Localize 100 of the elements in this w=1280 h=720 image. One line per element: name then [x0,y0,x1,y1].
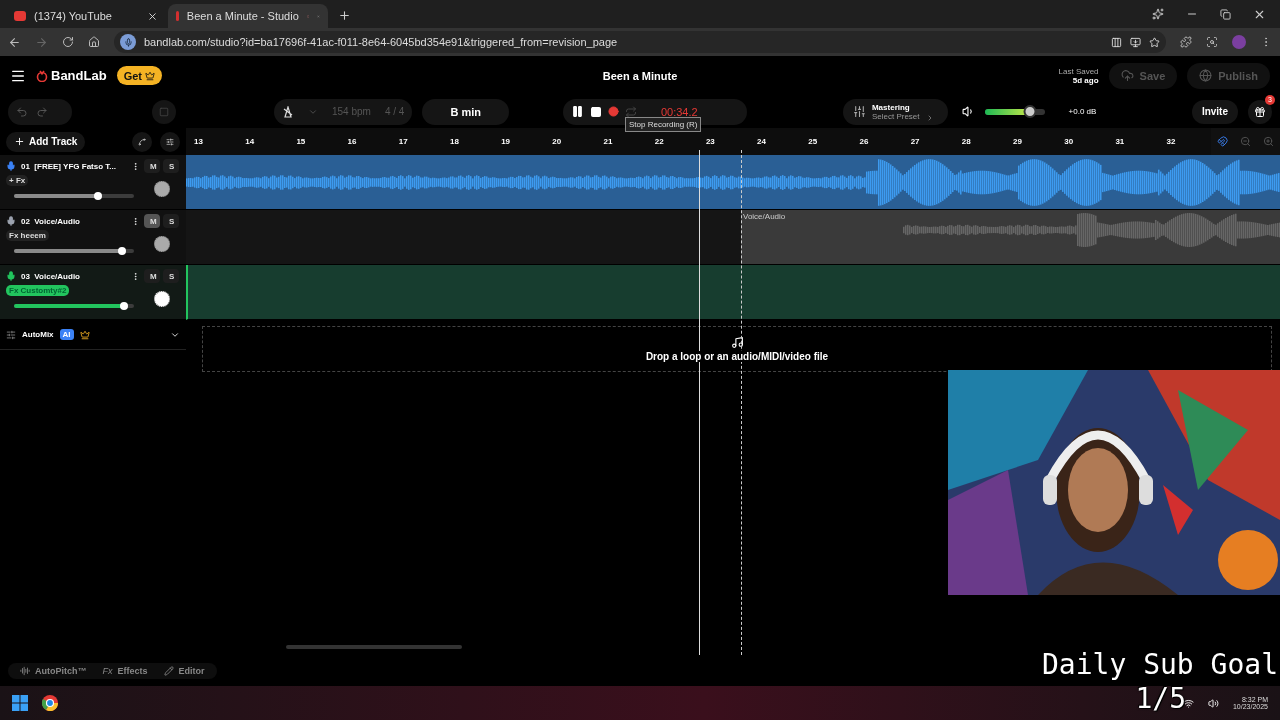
windows-start-icon[interactable] [12,695,28,711]
more-icon[interactable] [131,216,140,226]
track-header[interactable]: 02 Voice/Audio M S Fx heeem [0,210,186,265]
bar-number: 26 [859,137,870,146]
track-name[interactable]: 03 Voice/Audio [21,271,126,281]
sliders-icon [166,136,174,147]
music-note-icon [730,336,744,349]
bar-number: 24 [757,137,767,146]
audio-clip[interactable]: Voice/Audio [741,210,1280,264]
last-saved-label: Last Saved [1058,66,1099,76]
track-header[interactable]: 03 Voice/Audio M S Fx Customty#2 [0,265,186,320]
install-icon[interactable] [1130,36,1141,48]
volume-thumb[interactable] [1023,104,1037,118]
sliders-icon [6,329,16,340]
track-name[interactable]: 02 Voice/Audio [21,216,126,226]
bar-number: 29 [1013,137,1023,146]
speaker-icon[interactable] [1207,697,1219,709]
new-tab-icon[interactable] [338,9,351,22]
microphone-icon [120,34,136,50]
crown-icon [144,70,155,81]
effects-tag[interactable]: + Fx [6,174,29,186]
stream-overlay-text: Daily Sub Goal [1042,648,1278,682]
square-icon [159,106,169,117]
bar-number: 25 [808,137,819,146]
home-icon[interactable] [88,36,100,48]
speaker-icon[interactable] [961,105,975,118]
bar-number: 28 [961,137,972,146]
curve-icon [138,136,146,147]
stop-button[interactable] [589,105,602,118]
magnet-icon[interactable] [1217,136,1228,147]
bar-number: 16 [347,137,358,146]
effects-tag[interactable]: Fx heeem [6,229,49,241]
bar-number: 17 [398,137,409,146]
pan-knob[interactable] [154,291,170,307]
gift-icon [1254,105,1266,118]
volume-thumb[interactable] [120,302,129,310]
record-button[interactable] [607,106,619,117]
scrollbar[interactable] [286,645,462,649]
ai-badge: AI [59,329,74,340]
metronome-icon[interactable] [282,105,294,118]
master-volume-slider[interactable] [984,108,1045,115]
logo[interactable]: BandLab [36,68,107,83]
sparkle-icon[interactable] [1152,8,1164,20]
solo-button[interactable]: S [163,159,179,173]
waveform-icon [20,665,30,676]
star-icon[interactable] [1149,36,1160,48]
columns-icon[interactable] [1111,36,1122,48]
add-track-button[interactable]: Add Track [6,131,86,152]
more-icon[interactable] [131,271,140,281]
last-saved-time: 5d ago [1072,75,1099,85]
mastering-button[interactable]: Mastering Select Preset [842,98,948,125]
solo-button[interactable]: S [163,214,179,228]
bar-number: 32 [1166,137,1177,146]
reload-icon[interactable] [62,36,74,48]
browser-icon[interactable] [42,695,58,711]
track-header[interactable]: 01 [FREE] YFG Fatso T... M S + Fx [0,155,186,210]
globe-icon [1199,69,1213,82]
tool-button[interactable]: AutoPitch™ [14,665,93,676]
fx-icon: Fx [102,665,113,676]
volume-thumb[interactable] [118,247,126,255]
invite-button[interactable]: Invite [1191,99,1238,124]
cloud-upload-icon [1120,69,1134,82]
mute-button[interactable]: M [144,214,160,228]
pencil-icon [163,665,174,676]
loop-button[interactable] [624,105,637,118]
settings-button[interactable] [160,131,180,152]
curve-button[interactable] [132,131,152,152]
tool-button[interactable]: Fx Effects [96,665,154,676]
extensions-icon[interactable] [1180,36,1192,48]
volume-thumb[interactable] [94,192,102,200]
more-icon[interactable] [131,161,140,171]
bar-number: 31 [1115,137,1126,146]
redo-icon[interactable] [36,105,48,118]
track-volume-slider[interactable] [14,194,134,198]
bar-number: 22 [654,137,665,146]
undo-icon[interactable] [16,105,28,118]
project-title[interactable]: Been a Minute [602,69,678,82]
mastering-label: Mastering [871,102,910,112]
bar-number: 20 [552,137,563,146]
mute-button[interactable]: M [144,269,160,283]
get-button[interactable]: Get [116,66,162,85]
pause-button[interactable] [570,105,584,118]
panel-toggle-button[interactable] [152,99,176,124]
key-button[interactable]: B min [422,98,509,125]
track-name[interactable]: 01 [FREE] YFG Fatso T... [21,161,126,171]
bar-number: 13 [194,137,204,146]
browser-tab[interactable]: Been a Minute - Studio [168,4,328,28]
bar-number: 21 [603,137,614,146]
address-bar[interactable]: bandlab.com/studio?id=ba17696f-41ac-f011-8e64-6045bd354e91&triggered_from=revision_page [114,31,1166,53]
browser-tab[interactable]: (1374) YouTube [6,4,166,28]
solo-button[interactable]: S [163,269,179,283]
back-icon[interactable] [8,35,21,49]
automix-label[interactable]: AutoMix [22,330,54,339]
pan-knob[interactable] [154,236,170,252]
sliders-icon [852,105,866,118]
pan-knob[interactable] [154,181,170,197]
tool-button[interactable]: Editor [157,665,211,676]
lens-icon[interactable] [1206,36,1218,48]
mute-button[interactable]: M [144,159,160,173]
restore-icon[interactable] [1220,8,1231,20]
